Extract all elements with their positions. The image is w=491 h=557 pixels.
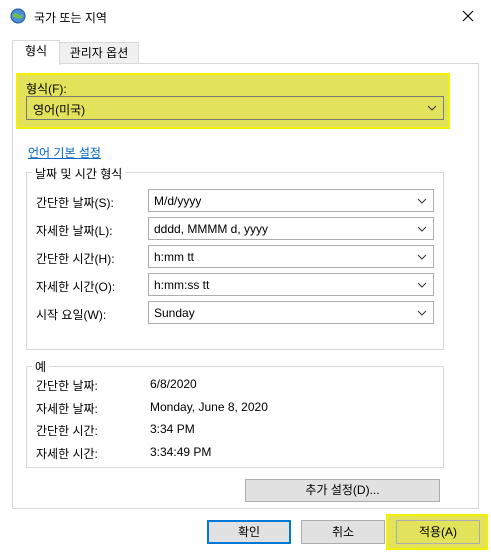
chevron-down-icon (417, 282, 427, 288)
format-dropdown[interactable]: 영어(미국) (26, 96, 444, 120)
example-short-time-value: 3:34 PM (150, 422, 195, 436)
language-preferences-link[interactable]: 언어 기본 설정 (28, 144, 101, 161)
short-time-dropdown[interactable]: h:mm tt (148, 245, 434, 268)
chevron-down-icon (417, 198, 427, 204)
close-icon (462, 10, 474, 22)
tab-format[interactable]: 형식 (12, 40, 60, 65)
first-day-of-week-value: Sunday (154, 306, 195, 320)
tab-admin-options[interactable]: 관리자 옵션 (59, 42, 139, 64)
short-date-dropdown[interactable]: M/d/yyyy (148, 189, 434, 212)
tab-admin-options-label: 관리자 옵션 (69, 46, 129, 60)
short-date-label: 간단한 날짜(S): (36, 196, 114, 210)
example-short-time-label: 간단한 시간: (36, 424, 98, 438)
long-date-value: dddd, MMMM d, yyyy (154, 222, 269, 236)
example-short-date-label: 간단한 날짜: (36, 379, 98, 393)
example-long-time-value: 3:34:49 PM (150, 445, 212, 459)
close-button[interactable] (445, 0, 491, 32)
long-time-dropdown[interactable]: h:mm:ss tt (148, 273, 434, 296)
chevron-down-icon (417, 254, 427, 260)
chevron-down-icon (417, 310, 427, 316)
chevron-down-icon (427, 105, 437, 111)
format-dropdown-value: 영어(미국) (33, 103, 86, 117)
tab-format-label: 형식 (24, 44, 48, 58)
title-bar: 국가 또는 지역 (0, 0, 491, 32)
long-time-label: 자세한 시간(O): (36, 280, 116, 294)
cancel-button[interactable]: 취소 (301, 520, 385, 544)
long-time-value: h:mm:ss tt (154, 278, 210, 292)
apply-button[interactable]: 적용(A) (396, 520, 480, 544)
example-short-date-value: 6/8/2020 (150, 377, 197, 391)
short-time-label: 간단한 시간(H): (36, 252, 115, 266)
format-label: 형식(F): (26, 82, 67, 96)
short-date-value: M/d/yyyy (154, 194, 202, 208)
long-date-dropdown[interactable]: dddd, MMMM d, yyyy (148, 217, 434, 240)
window-title: 국가 또는 지역 (34, 11, 107, 25)
example-long-date-value: Monday, June 8, 2020 (150, 400, 268, 414)
additional-settings-button[interactable]: 추가 설정(D)... (245, 479, 440, 502)
first-day-of-week-label: 시작 요일(W): (36, 308, 107, 322)
chevron-down-icon (417, 226, 427, 232)
short-time-value: h:mm tt (154, 250, 195, 264)
example-long-time-label: 자세한 시간: (36, 447, 98, 461)
long-date-label: 자세한 날짜(L): (36, 224, 113, 238)
ok-button[interactable]: 확인 (207, 520, 291, 544)
datetime-format-group-title: 날짜 및 시간 형식 (32, 165, 126, 182)
examples-group-title: 예 (32, 358, 50, 375)
first-day-of-week-dropdown[interactable]: Sunday (148, 301, 434, 324)
example-long-date-label: 자세한 날짜: (36, 402, 98, 416)
globe-icon (10, 8, 26, 24)
